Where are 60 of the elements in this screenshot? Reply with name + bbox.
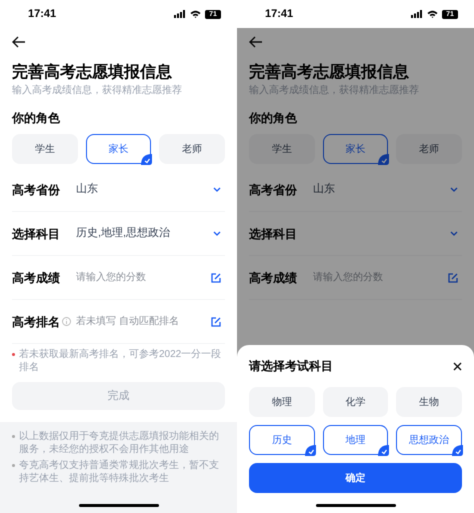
role-button[interactable]: 学生 (12, 134, 78, 164)
edit-icon (211, 272, 221, 282)
page-subtitle: 输入高考成绩信息，获得精准志愿推荐 (12, 84, 183, 98)
notice-text: 夸克高考仅支持普通类常规批次考生，暂不支持艺体生、提前批等特殊批次考生 (19, 459, 220, 485)
confirm-button[interactable]: 确定 (249, 463, 462, 493)
role-button[interactable]: 老师 (159, 134, 225, 164)
select-field[interactable]: 山东 (76, 181, 213, 198)
input-field[interactable]: 请输入您的分数 (76, 270, 211, 285)
field-label: 高考成绩 (249, 270, 297, 286)
check-icon (452, 445, 463, 456)
role-button[interactable]: 学生 (249, 134, 315, 164)
page-title: 完善高考志愿填报信息 (249, 62, 410, 83)
input-field[interactable]: 若未填写 自动匹配排名 (76, 314, 211, 329)
check-icon (378, 154, 390, 165)
signal-icon (174, 10, 186, 18)
edit-icon (448, 272, 458, 282)
check-icon (304, 445, 316, 456)
page-subtitle: 输入高考成绩信息，获得精准志愿推荐 (249, 84, 420, 98)
sheet-title: 请选择考试科目 (249, 358, 333, 375)
status-time: 17:41 (265, 6, 294, 22)
field-label: 高考省份 (12, 182, 60, 198)
page-title: 完善高考志愿填报信息 (12, 62, 173, 83)
subject-option[interactable]: 物理 (249, 387, 315, 417)
signal-icon (411, 10, 423, 18)
chevron-down-icon (450, 231, 458, 236)
close-icon[interactable] (453, 362, 462, 370)
subject-option[interactable]: 地理 (322, 425, 388, 455)
field-label: 高考排名 (12, 314, 60, 330)
subject-option[interactable]: 化学 (322, 387, 388, 417)
wifi-icon (190, 10, 201, 18)
chevron-down-icon (213, 187, 221, 192)
select-field[interactable]: 山东 (313, 181, 450, 198)
subject-option[interactable]: 历史 (249, 425, 315, 455)
role-button[interactable]: 家长 (322, 134, 388, 164)
section-label: 你的角色 (12, 110, 61, 126)
section-label: 你的角色 (249, 110, 298, 126)
check-icon (378, 445, 390, 456)
role-button[interactable]: 老师 (396, 134, 462, 164)
back-arrow-icon[interactable] (12, 36, 26, 48)
subject-option[interactable]: 生物 (396, 387, 462, 417)
field-label: 高考成绩 (12, 270, 60, 286)
notice-text: 以上数据仅用于夸克提供志愿填报功能相关的服务，未经您的授权不会用作其他用途 (19, 430, 220, 456)
field-label: 高考省份 (249, 182, 297, 198)
select-field[interactable]: 历史,地理,思想政治 (76, 225, 213, 242)
chevron-down-icon (213, 231, 221, 236)
info-icon (62, 317, 71, 326)
field-label: 选择科目 (12, 226, 60, 242)
field-label: 选择科目 (249, 226, 297, 242)
bullet-icon (12, 464, 15, 467)
footnote-text: 若未获取最新高考排名，可参考2022一分一段排名 (19, 348, 222, 374)
wifi-icon (427, 10, 438, 18)
input-field[interactable]: 请输入您的分数 (313, 270, 448, 285)
bullet-icon (12, 435, 15, 438)
edit-icon (211, 316, 221, 326)
check-icon (141, 154, 152, 165)
chevron-down-icon (450, 187, 458, 192)
status-time: 17:41 (28, 6, 56, 22)
subject-option[interactable]: 思想政治 (396, 425, 462, 455)
role-button[interactable]: 家长 (86, 134, 152, 164)
back-arrow-icon[interactable] (249, 36, 263, 48)
